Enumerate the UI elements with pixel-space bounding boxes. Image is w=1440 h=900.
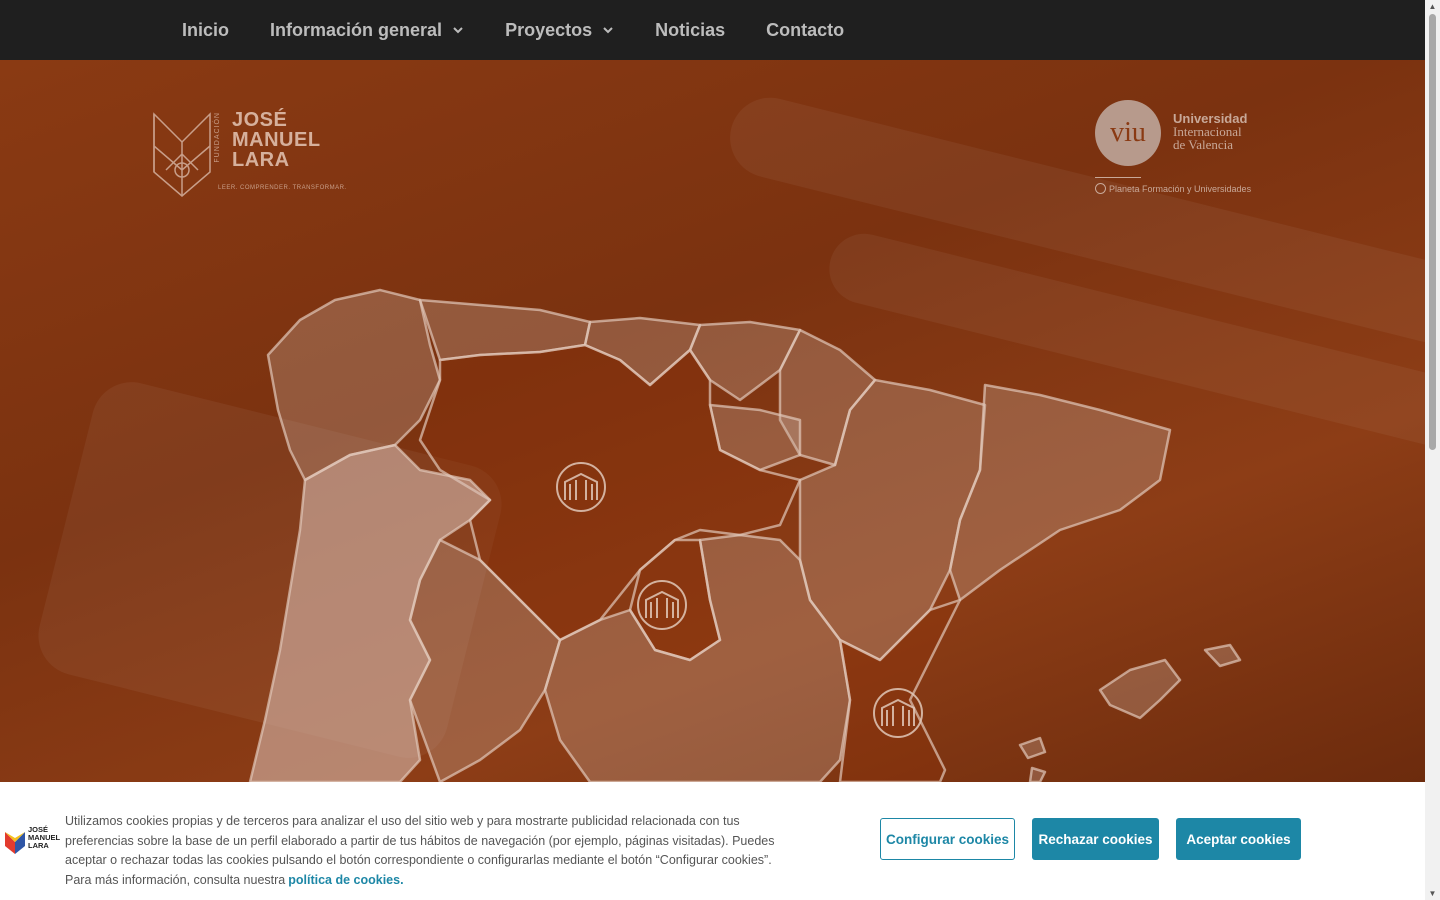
nav-item-label: Contacto	[766, 19, 845, 40]
region-formentera	[1028, 766, 1047, 782]
scrollbar-thumb[interactable]	[1429, 14, 1436, 450]
viu-divider	[1095, 177, 1141, 178]
viu-line-3: de Valencia	[1173, 137, 1234, 152]
top-navigation: Inicio Información general Proyectos Not…	[0, 0, 1425, 60]
cookie-message: Utilizamos cookies propias y de terceros…	[65, 812, 785, 890]
cookie-banner: JOSÉ MANUEL LARA Utilizamos cookies prop…	[0, 782, 1425, 900]
reject-cookies-button[interactable]: Rechazar cookies	[1032, 818, 1159, 860]
region-ibiza	[1018, 736, 1047, 760]
hero-banner: FUNDACIÓN JOSÉ MANUEL LARA LEER. COMPREN…	[0, 60, 1425, 782]
nav-item-informacion-general[interactable]: Información general	[270, 20, 464, 41]
viu-name: Universidad Internacional de Valencia	[1173, 112, 1247, 151]
fjml-tagline: LEER. COMPRENDER. TRANSFORMAR.	[218, 185, 347, 191]
cookie-policy-link[interactable]: política de cookies.	[288, 873, 403, 887]
configure-cookies-button[interactable]: Configurar cookies	[880, 818, 1015, 860]
globe-icon	[1095, 183, 1106, 194]
nav-item-label: Información general	[270, 19, 443, 40]
cookie-logo-line: LARA	[28, 841, 49, 850]
cookie-message-text: Utilizamos cookies propias y de terceros…	[65, 814, 775, 887]
fjml-line-3: LARA	[232, 149, 290, 171]
page-scrollbar[interactable]: ▲ ▼	[1425, 0, 1440, 900]
chevron-down-icon	[602, 24, 614, 36]
nav-item-label: Proyectos	[505, 19, 593, 40]
fjml-line-1: JOSÉ	[232, 109, 288, 131]
region-mallorca	[1098, 658, 1182, 720]
accept-cookies-button[interactable]: Aceptar cookies	[1176, 818, 1301, 860]
scroll-up-icon[interactable]: ▲	[1428, 2, 1437, 11]
nav-item-proyectos[interactable]: Proyectos	[505, 20, 614, 41]
nav-item-label: Noticias	[655, 19, 726, 40]
chevron-down-icon	[452, 24, 464, 36]
viu-group-label: Planeta Formación y Universidades	[1095, 183, 1251, 194]
fjml-line-2: MANUEL	[232, 129, 321, 151]
nav-item-label: Inicio	[182, 19, 230, 40]
fundacion-jml-logo[interactable]: FUNDACIÓN JOSÉ MANUEL LARA LEER. COMPREN…	[152, 110, 352, 200]
fjml-vertical-label: FUNDACIÓN	[214, 112, 221, 163]
viu-mark: viu	[1095, 100, 1161, 166]
region-galicia	[266, 288, 442, 482]
nav-item-noticias[interactable]: Noticias	[655, 20, 725, 41]
nav-item-inicio[interactable]: Inicio	[182, 20, 229, 41]
nav-item-contacto[interactable]: Contacto	[766, 20, 844, 41]
viu-logo[interactable]: viu Universidad Internacional de Valenci…	[1093, 100, 1273, 200]
region-menorca	[1203, 643, 1242, 668]
fjml-color-emblem-icon	[5, 832, 25, 854]
fjml-wordmark: JOSÉ MANUEL LARA	[232, 110, 321, 170]
cookie-logo-text: JOSÉ MANUEL LARA	[28, 826, 60, 850]
cookie-banner-logo: JOSÉ MANUEL LARA	[4, 826, 60, 856]
region-cataluna	[948, 383, 1172, 602]
fjml-emblem-icon	[153, 112, 211, 197]
scroll-down-icon[interactable]: ▼	[1428, 889, 1437, 898]
nav-menu: Inicio Información general Proyectos Not…	[182, 0, 885, 60]
viu-group-text: Planeta Formación y Universidades	[1109, 183, 1252, 194]
